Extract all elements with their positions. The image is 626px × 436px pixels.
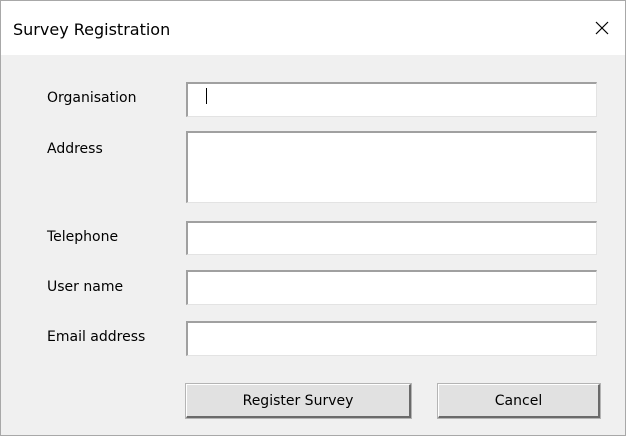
address-label: Address bbox=[47, 141, 103, 157]
register-survey-button[interactable]: Register Survey bbox=[185, 383, 412, 419]
close-button[interactable] bbox=[579, 1, 625, 55]
survey-registration-dialog: Survey Registration Organisation Address… bbox=[0, 0, 626, 436]
organisation-label: Organisation bbox=[47, 90, 137, 106]
telephone-label: Telephone bbox=[47, 229, 119, 245]
user-name-input[interactable] bbox=[186, 270, 597, 305]
telephone-input[interactable] bbox=[186, 221, 597, 255]
organisation-input[interactable] bbox=[186, 82, 597, 117]
text-caret bbox=[206, 88, 207, 104]
address-input[interactable] bbox=[186, 131, 597, 203]
window-title: Survey Registration bbox=[13, 20, 171, 39]
email-address-label: Email address bbox=[47, 329, 146, 345]
title-bar: Survey Registration bbox=[1, 1, 625, 55]
cancel-button[interactable]: Cancel bbox=[437, 383, 601, 419]
user-name-label: User name bbox=[47, 279, 124, 295]
email-address-input[interactable] bbox=[186, 321, 597, 356]
close-x-icon bbox=[595, 21, 609, 35]
